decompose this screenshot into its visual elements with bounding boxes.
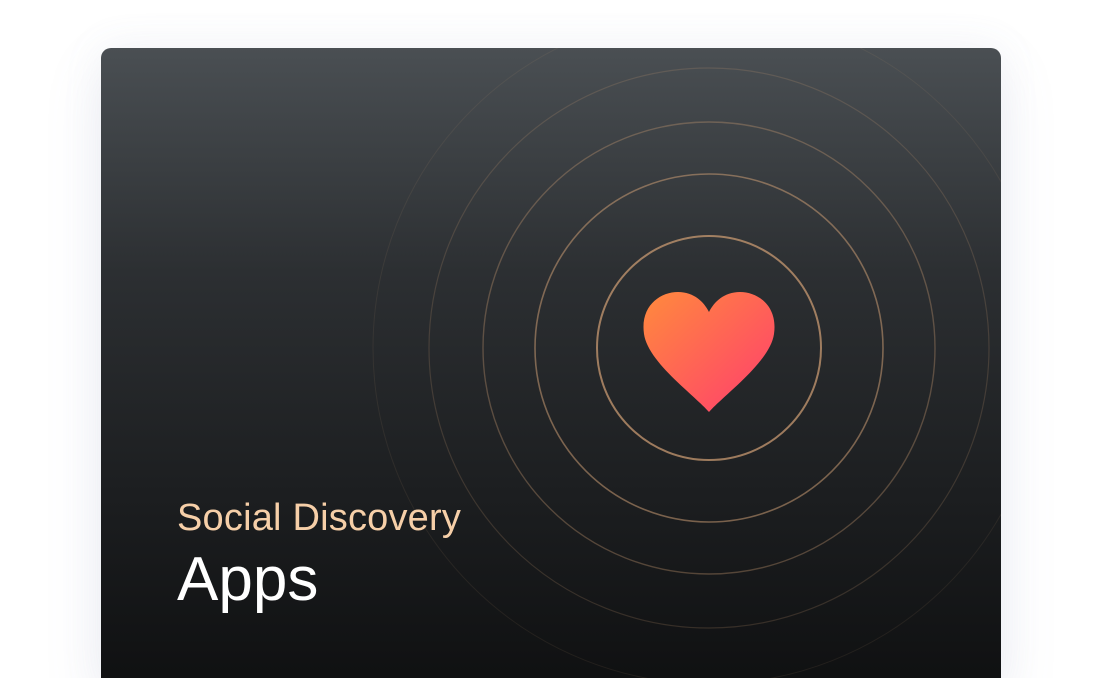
card-title: Apps (177, 545, 319, 614)
page: Social Discovery Apps (0, 0, 1102, 678)
card-subtitle: Social Discovery (177, 497, 462, 539)
category-card[interactable]: Social Discovery Apps (101, 48, 1001, 678)
card-text: Social Discovery Apps (177, 494, 777, 616)
heart-icon (643, 292, 775, 412)
